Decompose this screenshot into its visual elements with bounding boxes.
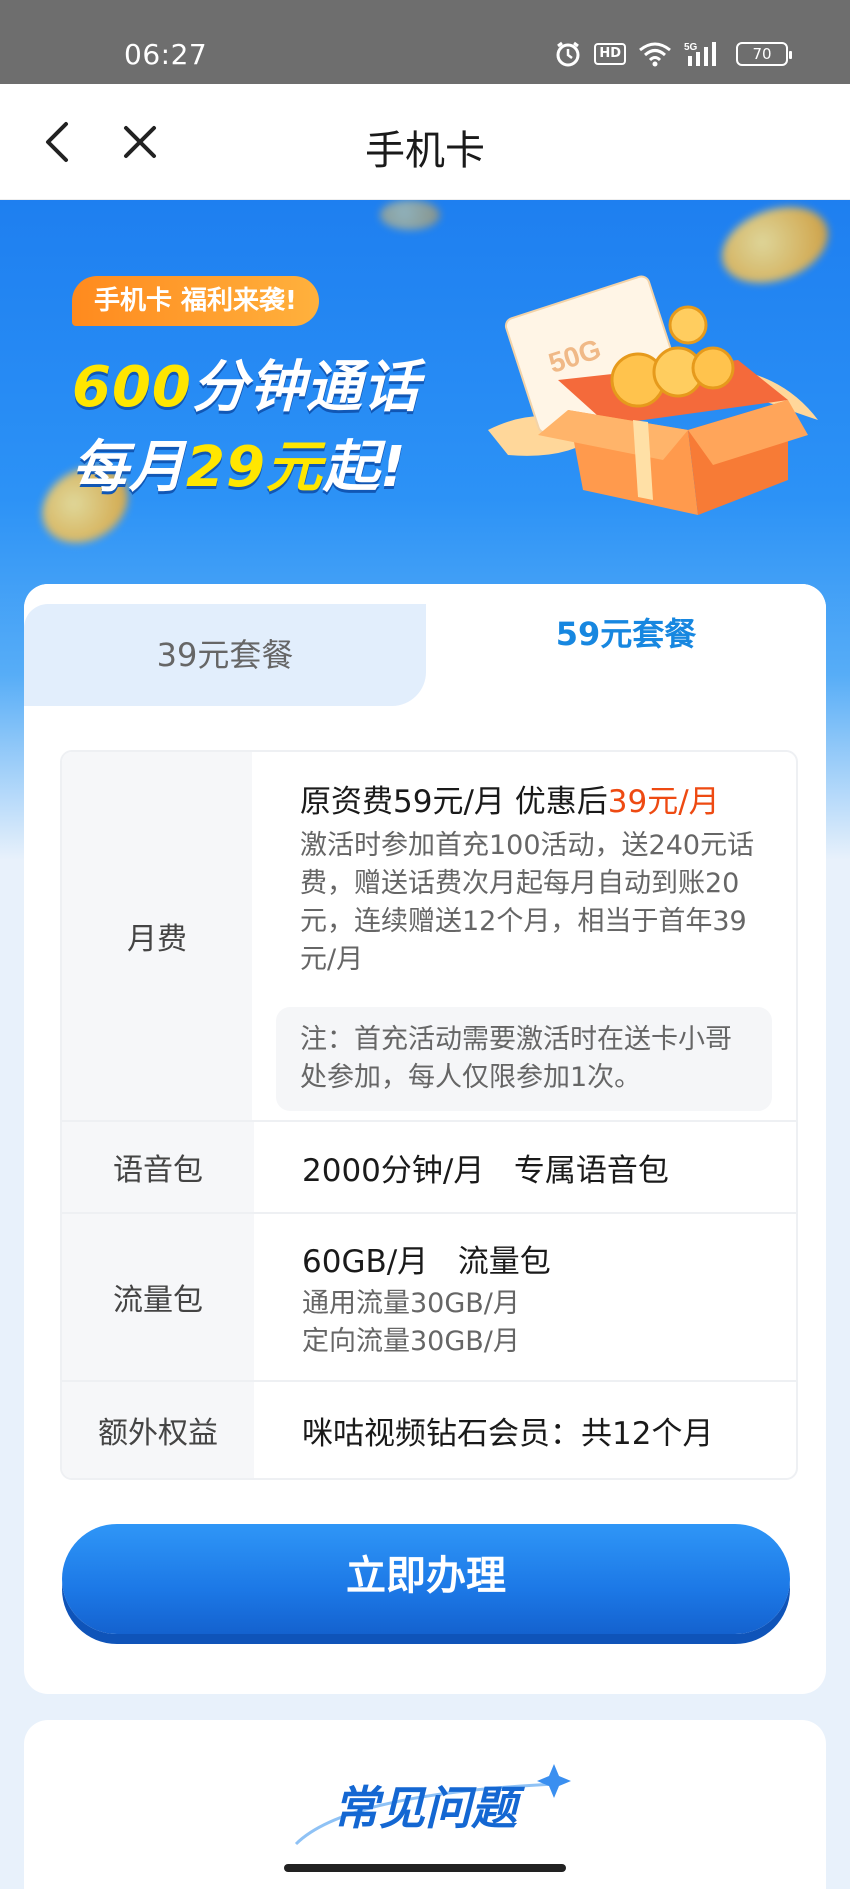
status-bar: 06:27 HD 5G 70 (0, 0, 850, 84)
table-row-monthly-fee: 月费 原资费59元/月 优惠后39元/月 激活时参加首充100活动，送240元话… (62, 752, 796, 1122)
data-directed: 定向流量30GB/月 (302, 1326, 520, 1357)
headline-line-2: 每月29元起! (72, 422, 406, 503)
activation-note: 注：首充活动需要激活时在送卡小哥处参加，每人仅限参加1次。 (276, 1007, 772, 1111)
battery-icon: 70 (736, 42, 792, 66)
headline-highlight: 29元 (186, 435, 323, 500)
row-content: 原资费59元/月 优惠后39元/月 激活时参加首充100活动，送240元话费，赠… (252, 752, 796, 1120)
headline-highlight: 600 (72, 355, 192, 420)
row-content: 2000分钟/月 专属语音包 (254, 1122, 796, 1212)
row-label: 额外权益 (62, 1382, 254, 1478)
alarm-icon (554, 40, 582, 68)
row-content: 60GB/月 流量包 通用流量30GB/月 定向流量30GB/月 (254, 1214, 796, 1380)
hd-icon: HD (594, 43, 626, 65)
page-title: 手机卡 (365, 128, 485, 174)
data-general: 通用流量30GB/月 (302, 1288, 520, 1319)
plan-details-table: 月费 原资费59元/月 优惠后39元/月 激活时参加首充100活动，送240元话… (60, 750, 798, 1480)
status-time: 06:27 (124, 38, 208, 71)
row-label: 流量包 (62, 1214, 254, 1380)
table-row-extra: 额外权益 咪咕视频钻石会员：共12个月 (62, 1382, 796, 1478)
data-value: 60GB/月 流量包 (302, 1244, 551, 1280)
price-discounted: 39元/月 (607, 784, 720, 820)
status-icons: HD 5G 70 (554, 40, 792, 68)
network-type-label: 5G (684, 42, 698, 53)
coin-decoration (380, 200, 440, 230)
price-detail: 激活时参加首充100活动，送240元话费，赠送话费次月起每月自动到账20元，连续… (300, 830, 755, 975)
gift-box-illustration: 50G (488, 275, 818, 515)
headline-line-1: 600分钟通话 (72, 342, 420, 423)
apply-now-button[interactable]: 立即办理 (62, 1524, 790, 1634)
nav-bar: 手机卡 (0, 84, 850, 200)
row-label: 语音包 (62, 1122, 254, 1212)
price-original: 原资费59元/月 优惠后 (300, 784, 608, 820)
tab-59-plan[interactable]: 59元套餐 (426, 584, 826, 706)
wifi-icon (638, 41, 672, 67)
row-label: 月费 (62, 752, 252, 1120)
voice-value: 2000分钟/月 专属语音包 (302, 1152, 669, 1189)
faq-title: 常见问题 (333, 1781, 517, 1835)
table-row-data: 流量包 60GB/月 流量包 通用流量30GB/月 定向流量30GB/月 (62, 1214, 796, 1382)
promo-tag: 手机卡 福利来袭! (72, 276, 319, 326)
tab-39-plan[interactable]: 39元套餐 (24, 604, 426, 706)
extra-value: 咪咕视频钻石会员：共12个月 (302, 1415, 714, 1452)
headline-text: 每月 (72, 435, 186, 500)
price-line: 原资费59元/月 优惠后39元/月 (300, 776, 772, 821)
home-indicator[interactable] (284, 1864, 566, 1872)
headline-text: 分钟通话 (191, 355, 420, 420)
package-card: 39元套餐 59元套餐 月费 原资费59元/月 优惠后39元/月 激活时参加首充… (24, 584, 826, 1694)
signal-icon: 5G (684, 40, 724, 68)
headline-text: 起! (322, 435, 407, 500)
row-content: 咪咕视频钻石会员：共12个月 (254, 1382, 796, 1478)
package-tabs: 39元套餐 59元套餐 (24, 584, 826, 706)
table-row-voice: 语音包 2000分钟/月 专属语音包 (62, 1122, 796, 1214)
